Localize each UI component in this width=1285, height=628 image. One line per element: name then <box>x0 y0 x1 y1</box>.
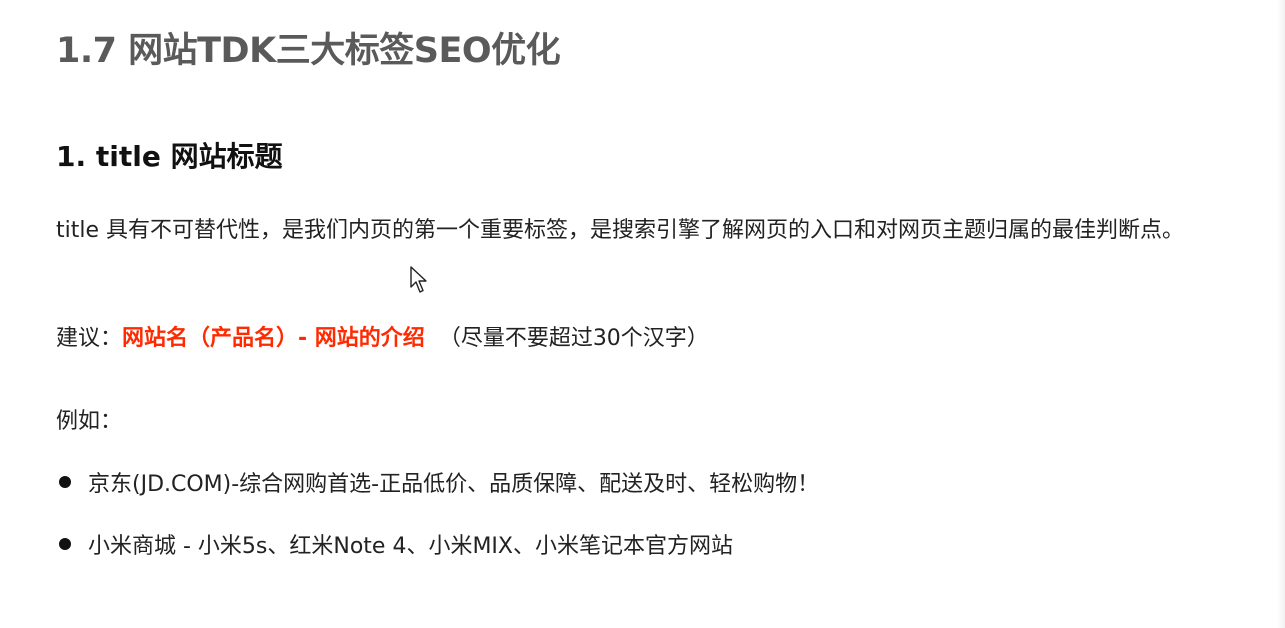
suggestion-line: 建议：网站名（产品名）- 网站的介绍 （尽量不要超过30个汉字） <box>56 320 709 352</box>
bullet-icon <box>59 538 71 550</box>
list-item-text: 小米商城 - 小米5s、红米Note 4、小米MIX、小米笔记本官方网站 <box>88 534 733 559</box>
bullet-icon <box>59 476 71 488</box>
page-title: 1.7 网站TDK三大标签SEO优化 <box>56 31 561 71</box>
suggestion-label: 建议： <box>56 326 123 351</box>
document-page: 1.7 网站TDK三大标签SEO优化 1. title 网站标题 title 具… <box>56 0 1266 628</box>
suggestion-highlight: 网站名（产品名）- 网站的介绍 <box>122 326 425 351</box>
mouse-pointer-icon <box>410 266 427 293</box>
example-label: 例如： <box>56 409 123 434</box>
section-heading: 1. title 网站标题 <box>56 140 283 173</box>
suggestion-note: （尽量不要超过30个汉字） <box>438 326 709 351</box>
scrollbar-edge <box>1277 0 1285 628</box>
list-item-text: 京东(JD.COM)-综合网购首选-正品低价、品质保障、配送及时、轻松购物！ <box>88 472 820 497</box>
description-paragraph: title 具有不可替代性，是我们内页的第一个重要标签，是搜索引擎了解网页的入口… <box>56 218 1185 243</box>
